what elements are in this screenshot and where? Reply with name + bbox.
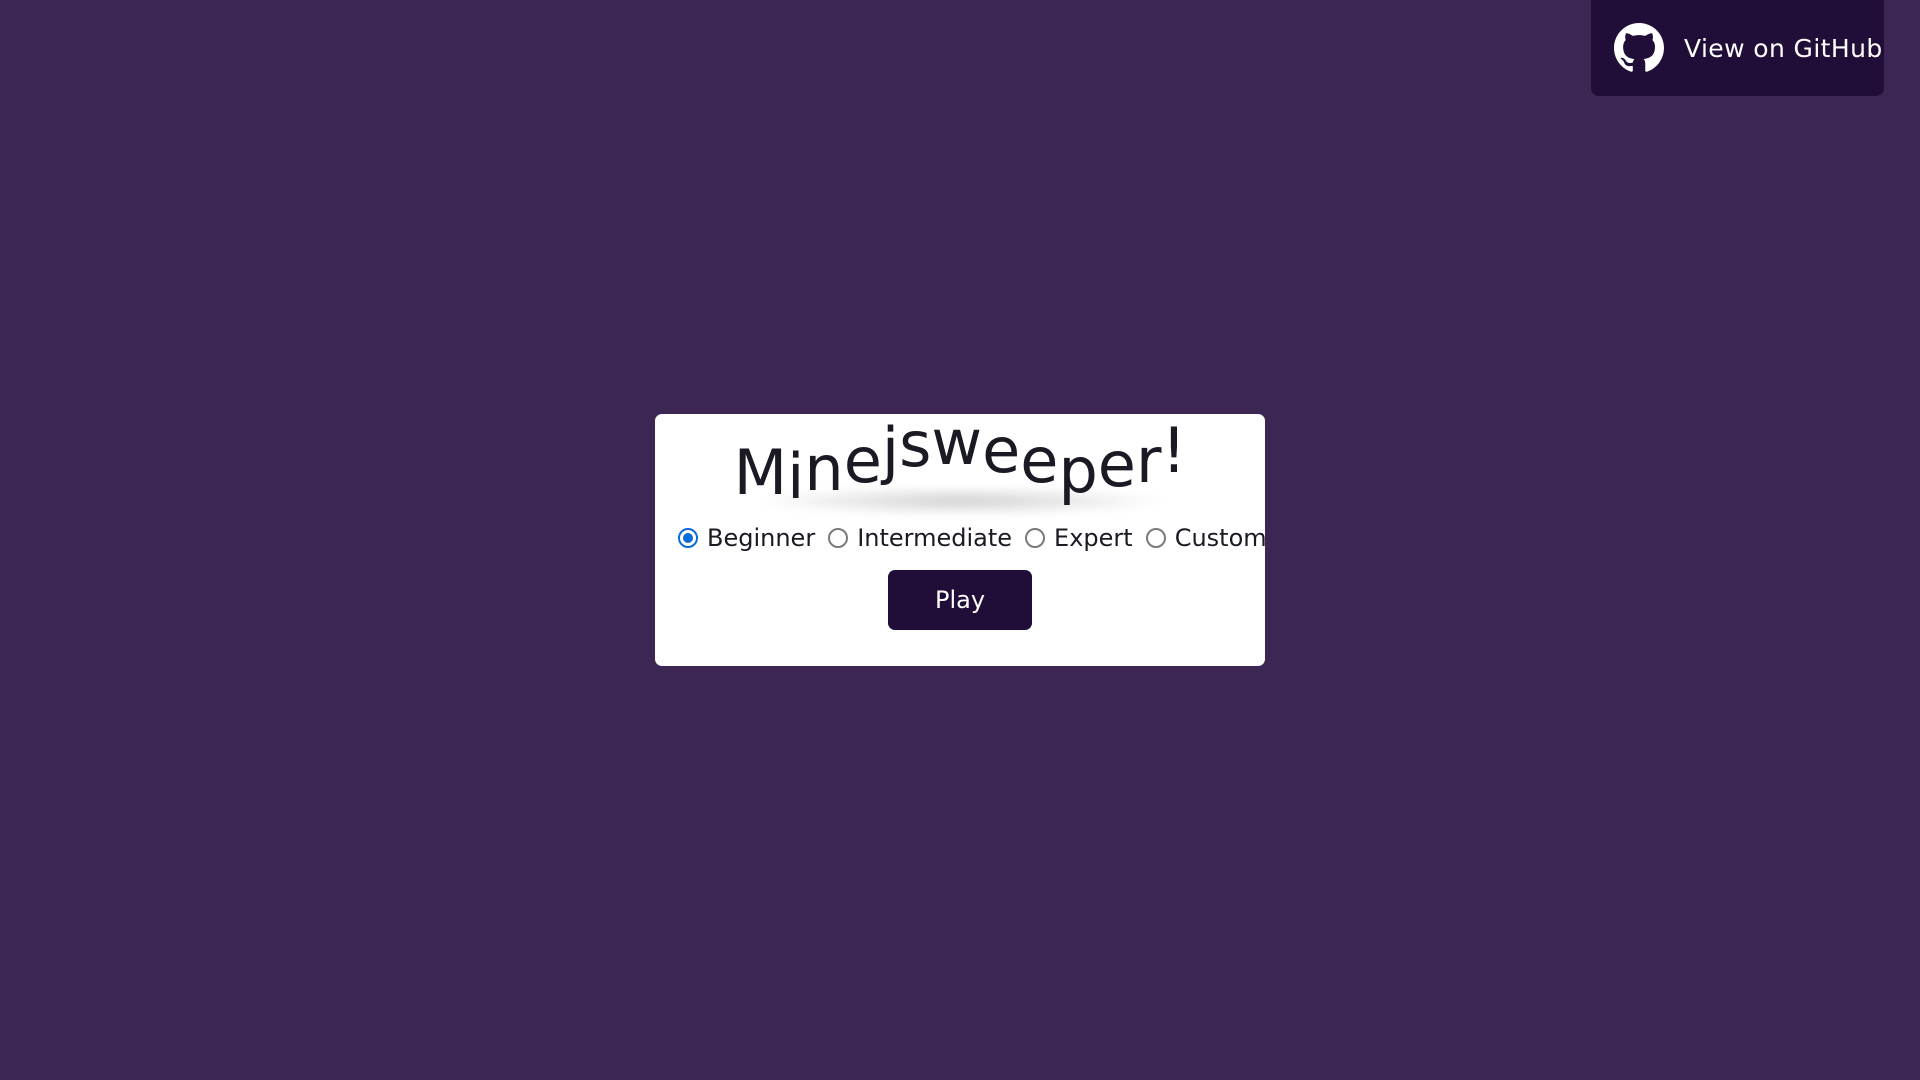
- github-link-label: View on GitHub: [1684, 33, 1883, 63]
- title-letter: e: [843, 424, 882, 497]
- difficulty-option-custom[interactable]: Custom: [1145, 524, 1267, 552]
- title-letter: M: [733, 436, 788, 509]
- difficulty-option-intermediate[interactable]: Intermediate: [828, 524, 1012, 552]
- play-button[interactable]: Play: [888, 570, 1032, 630]
- title-letter: !: [1161, 414, 1187, 487]
- difficulty-option-beginner[interactable]: Beginner: [678, 524, 815, 552]
- radio-button[interactable]: [1145, 528, 1166, 548]
- title-letter: p: [1058, 434, 1098, 507]
- start-card: Minejsweeper! Beginner Intermediate Expert…: [655, 406, 1267, 666]
- difficulty-option-expert[interactable]: Expert: [1025, 524, 1133, 552]
- difficulty-label: Intermediate: [857, 524, 1013, 552]
- game-title: Minejsweeper!: [655, 406, 1265, 524]
- difficulty-options: Beginner Intermediate Expert Custom: [678, 524, 1280, 552]
- title-letter: n: [804, 432, 844, 505]
- title-letter: e: [1020, 424, 1059, 497]
- title-letter: i: [787, 440, 805, 513]
- title-letter: r: [1135, 424, 1162, 497]
- view-on-github-link[interactable]: View on GitHub: [1591, 0, 1884, 96]
- difficulty-label: Custom: [1174, 524, 1267, 552]
- title-letter: e: [1097, 428, 1136, 501]
- difficulty-label: Expert: [1054, 524, 1133, 552]
- title-letter: j: [881, 414, 900, 487]
- radio-button[interactable]: [678, 528, 698, 548]
- difficulty-label: Beginner: [707, 524, 816, 552]
- radio-button[interactable]: [1025, 528, 1046, 548]
- title-letter: e: [982, 414, 1021, 487]
- github-icon: [1614, 23, 1664, 72]
- title-letter: s: [899, 408, 932, 481]
- radio-button[interactable]: [828, 528, 849, 548]
- title-letter: w: [931, 406, 983, 479]
